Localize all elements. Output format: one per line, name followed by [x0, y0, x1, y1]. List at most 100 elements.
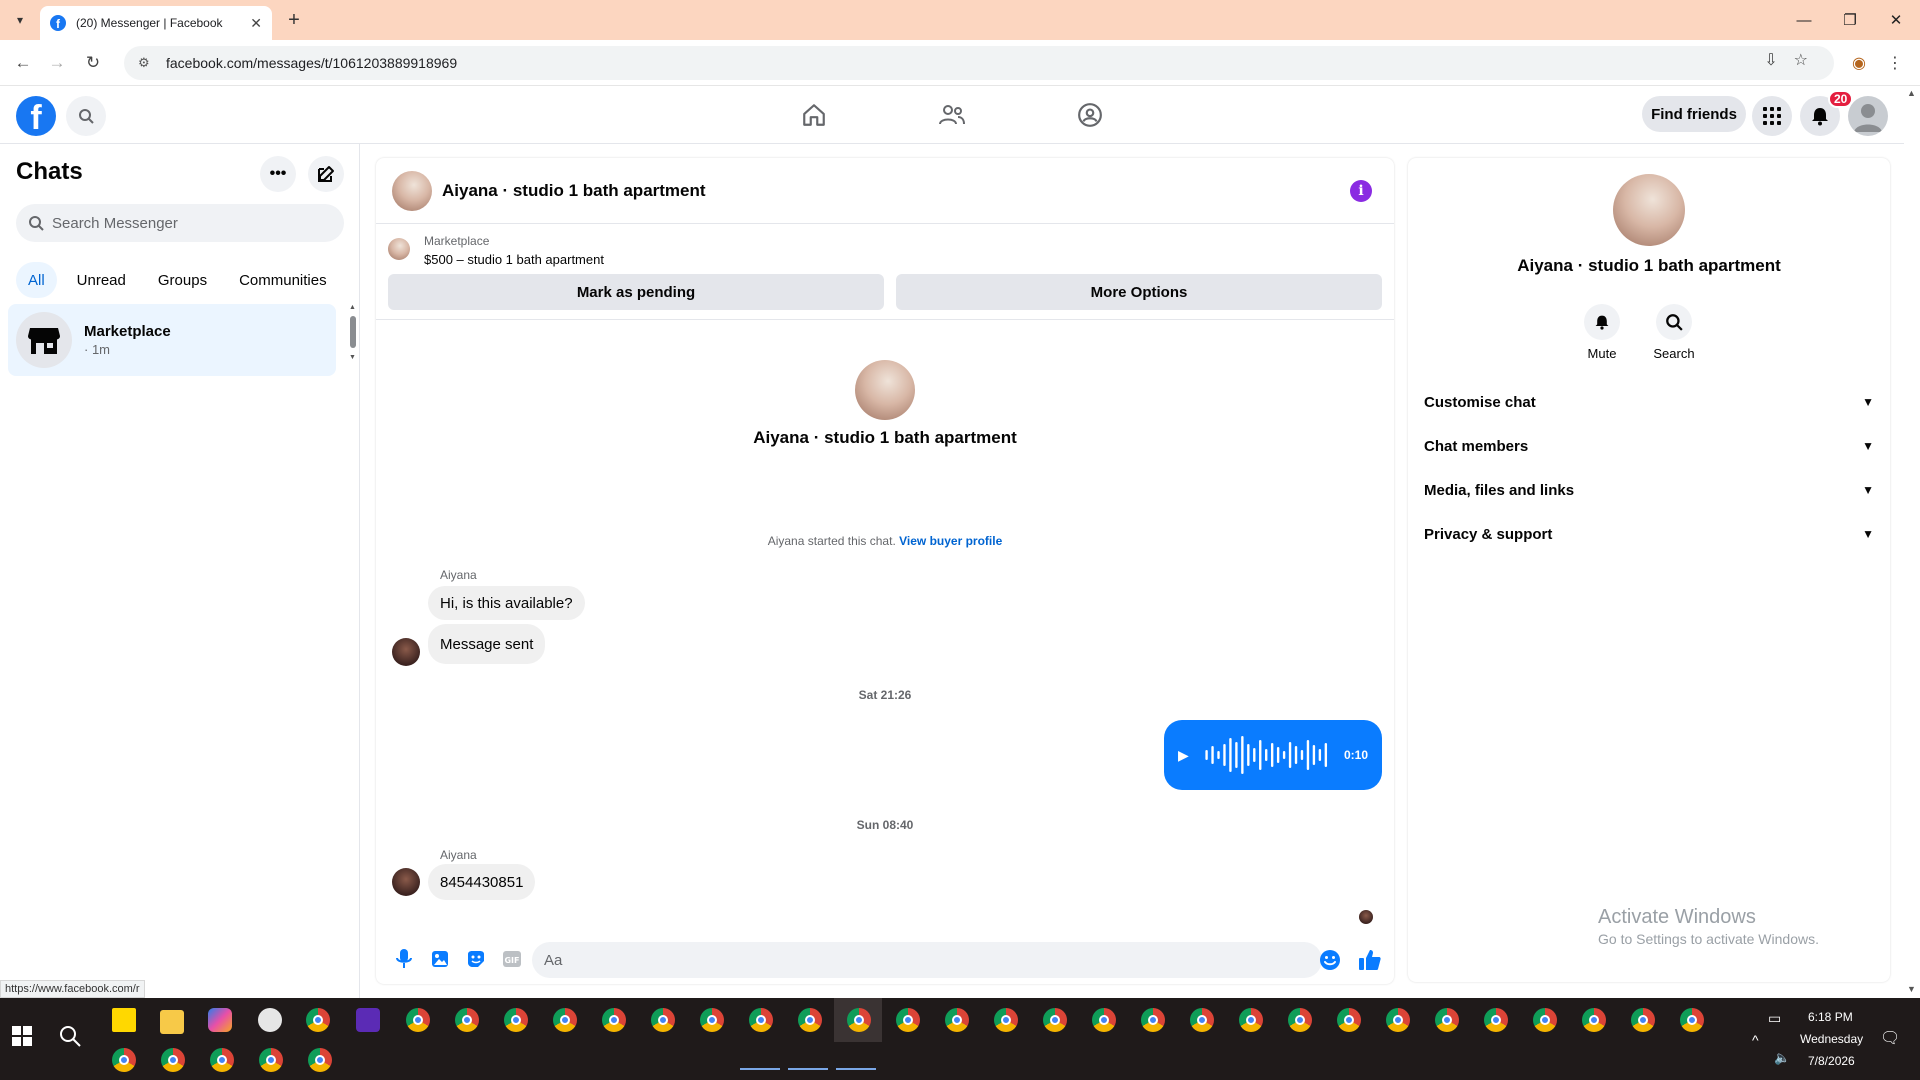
chrome-icon[interactable]	[847, 1008, 871, 1032]
chrome-icon[interactable]	[1631, 1008, 1655, 1032]
filter-all[interactable]: All	[16, 262, 57, 298]
chrome-icon[interactable]	[112, 1048, 136, 1072]
chrome-icon[interactable]	[1092, 1008, 1116, 1032]
mute-button[interactable]	[1584, 304, 1620, 340]
conversation-avatar[interactable]	[392, 170, 432, 211]
chrome-icon[interactable]	[210, 1048, 234, 1072]
customise-chat-row[interactable]: Customise chat ▼	[1424, 380, 1874, 424]
message-bubble[interactable]: Hi, is this available?	[428, 586, 585, 620]
mute-action[interactable]: Mute	[1572, 304, 1632, 361]
voice-clip-button[interactable]	[386, 941, 422, 977]
show-hidden-icons-icon[interactable]: ^	[1752, 1032, 1759, 1048]
send-like-button[interactable]	[1354, 944, 1386, 976]
nav-friends[interactable]	[930, 94, 974, 136]
chrome-icon[interactable]	[700, 1008, 724, 1032]
browser-tab-messenger[interactable]: f (20) Messenger | Facebook ✕	[40, 6, 272, 40]
info-avatar[interactable]	[1613, 174, 1685, 246]
chrome-icon[interactable]	[553, 1008, 577, 1032]
more-options-button[interactable]: More Options	[896, 274, 1382, 310]
chrome-icon[interactable]	[504, 1008, 528, 1032]
nav-groups[interactable]	[1068, 94, 1112, 136]
sticker-button[interactable]	[458, 941, 494, 977]
search-action[interactable]: Search	[1644, 304, 1704, 361]
reload-icon[interactable]: ↻	[82, 52, 104, 74]
chrome-icon[interactable]	[896, 1008, 920, 1032]
notification-center-icon[interactable]: 🗨	[1880, 1028, 1900, 1048]
chrome-icon[interactable]	[651, 1008, 675, 1032]
bookmark-star-icon[interactable]: ☆	[1794, 50, 1808, 70]
page-scrollbar[interactable]: ▲ ▼	[1904, 86, 1920, 998]
restore-icon[interactable]: ❐	[1838, 8, 1862, 32]
chrome-icon[interactable]	[455, 1008, 479, 1032]
voice-message[interactable]: ▶ 0:10	[1164, 720, 1382, 790]
browser-menu-icon[interactable]: ⋮	[1884, 52, 1906, 74]
scroll-down-icon[interactable]: ▼	[349, 354, 356, 361]
chrome-icon[interactable]	[308, 1048, 332, 1072]
chrome-icon[interactable]	[602, 1008, 626, 1032]
menu-grid-button[interactable]	[1752, 96, 1792, 136]
paint-icon[interactable]	[258, 1008, 282, 1032]
url-omnibox[interactable]: ⚙ facebook.com/messages/t/10612038899189…	[124, 46, 1834, 80]
chrome-icon[interactable]	[1239, 1008, 1263, 1032]
nav-home[interactable]	[792, 94, 836, 136]
find-friends-button[interactable]: Find friends	[1642, 96, 1746, 132]
chrome-icon[interactable]	[798, 1008, 822, 1032]
copilot-icon[interactable]	[208, 1008, 232, 1032]
conversation-title[interactable]: Aiyana · studio 1 bath apartment	[442, 181, 706, 201]
gif-button[interactable]: GIF	[494, 941, 530, 977]
new-tab-button[interactable]: +	[282, 8, 306, 32]
play-icon[interactable]: ▶	[1178, 747, 1189, 764]
tab-search-dropdown-icon[interactable]: ▾	[10, 10, 30, 30]
emoji-button[interactable]	[1316, 946, 1344, 974]
sticky-notes-icon[interactable]	[112, 1008, 136, 1032]
chrome-icon[interactable]	[749, 1008, 773, 1032]
taskbar-time[interactable]: 6:18 PM	[1808, 1010, 1853, 1024]
filter-communities[interactable]: Communities	[227, 262, 339, 298]
chrome-icon[interactable]	[1582, 1008, 1606, 1032]
chrome-icon[interactable]	[1043, 1008, 1067, 1032]
chrome-icon[interactable]	[1288, 1008, 1312, 1032]
message-input[interactable]: Aa	[532, 942, 1322, 978]
facebook-search-button[interactable]	[66, 96, 106, 136]
chrome-icon[interactable]	[945, 1008, 969, 1032]
chrome-icon[interactable]	[1533, 1008, 1557, 1032]
media-files-links-row[interactable]: Media, files and links ▼	[1424, 468, 1874, 512]
facebook-logo[interactable]: f	[16, 96, 56, 136]
chat-item-marketplace[interactable]: Marketplace · 1m	[8, 304, 336, 376]
conversation-info-icon[interactable]: i	[1350, 180, 1372, 202]
filter-groups[interactable]: Groups	[146, 262, 219, 298]
mark-as-pending-button[interactable]: Mark as pending	[388, 274, 884, 310]
chats-options-button[interactable]: •••	[260, 156, 296, 192]
chrome-icon[interactable]	[1386, 1008, 1410, 1032]
sender-avatar[interactable]	[392, 868, 420, 896]
install-app-icon[interactable]: ⇩	[1764, 50, 1777, 70]
privacy-support-row[interactable]: Privacy & support ▼	[1424, 512, 1874, 556]
forward-icon[interactable]: →	[46, 52, 68, 74]
taskbar-day[interactable]: Wednesday	[1800, 1032, 1863, 1046]
chrome-icon[interactable]	[259, 1048, 283, 1072]
chrome-icon[interactable]	[1141, 1008, 1165, 1032]
message-bubble[interactable]: Message sent	[428, 624, 546, 664]
scroll-up-icon[interactable]: ▲	[349, 304, 356, 311]
app-icon[interactable]	[356, 1008, 380, 1032]
search-messenger-input[interactable]: Search Messenger	[16, 204, 344, 242]
minimize-icon[interactable]: —	[1792, 8, 1816, 32]
windows-start-icon[interactable]	[12, 1026, 32, 1046]
view-buyer-profile-link[interactable]: View buyer profile	[899, 534, 1002, 548]
account-avatar[interactable]	[1848, 96, 1888, 136]
chrome-icon[interactable]	[1190, 1008, 1214, 1032]
back-icon[interactable]: ←	[12, 52, 34, 74]
taskbar-date[interactable]: 7/8/2026	[1808, 1054, 1855, 1068]
chrome-icon[interactable]	[1680, 1008, 1704, 1032]
site-info-icon[interactable]: ⚙	[138, 55, 156, 71]
attach-photo-button[interactable]	[422, 941, 458, 977]
profile-icon[interactable]: ◉	[1848, 52, 1870, 74]
file-explorer-icon[interactable]	[160, 1010, 184, 1034]
chat-members-row[interactable]: Chat members ▼	[1424, 424, 1874, 468]
network-icon[interactable]: ▭	[1768, 1010, 1781, 1027]
sidebar-scrollbar[interactable]: ▲ ▼	[348, 304, 358, 364]
message-bubble[interactable]: 8454430851	[428, 864, 536, 900]
chrome-icon[interactable]	[406, 1008, 430, 1032]
sender-avatar[interactable]	[392, 638, 420, 666]
listing-thumbnail[interactable]	[388, 238, 410, 260]
